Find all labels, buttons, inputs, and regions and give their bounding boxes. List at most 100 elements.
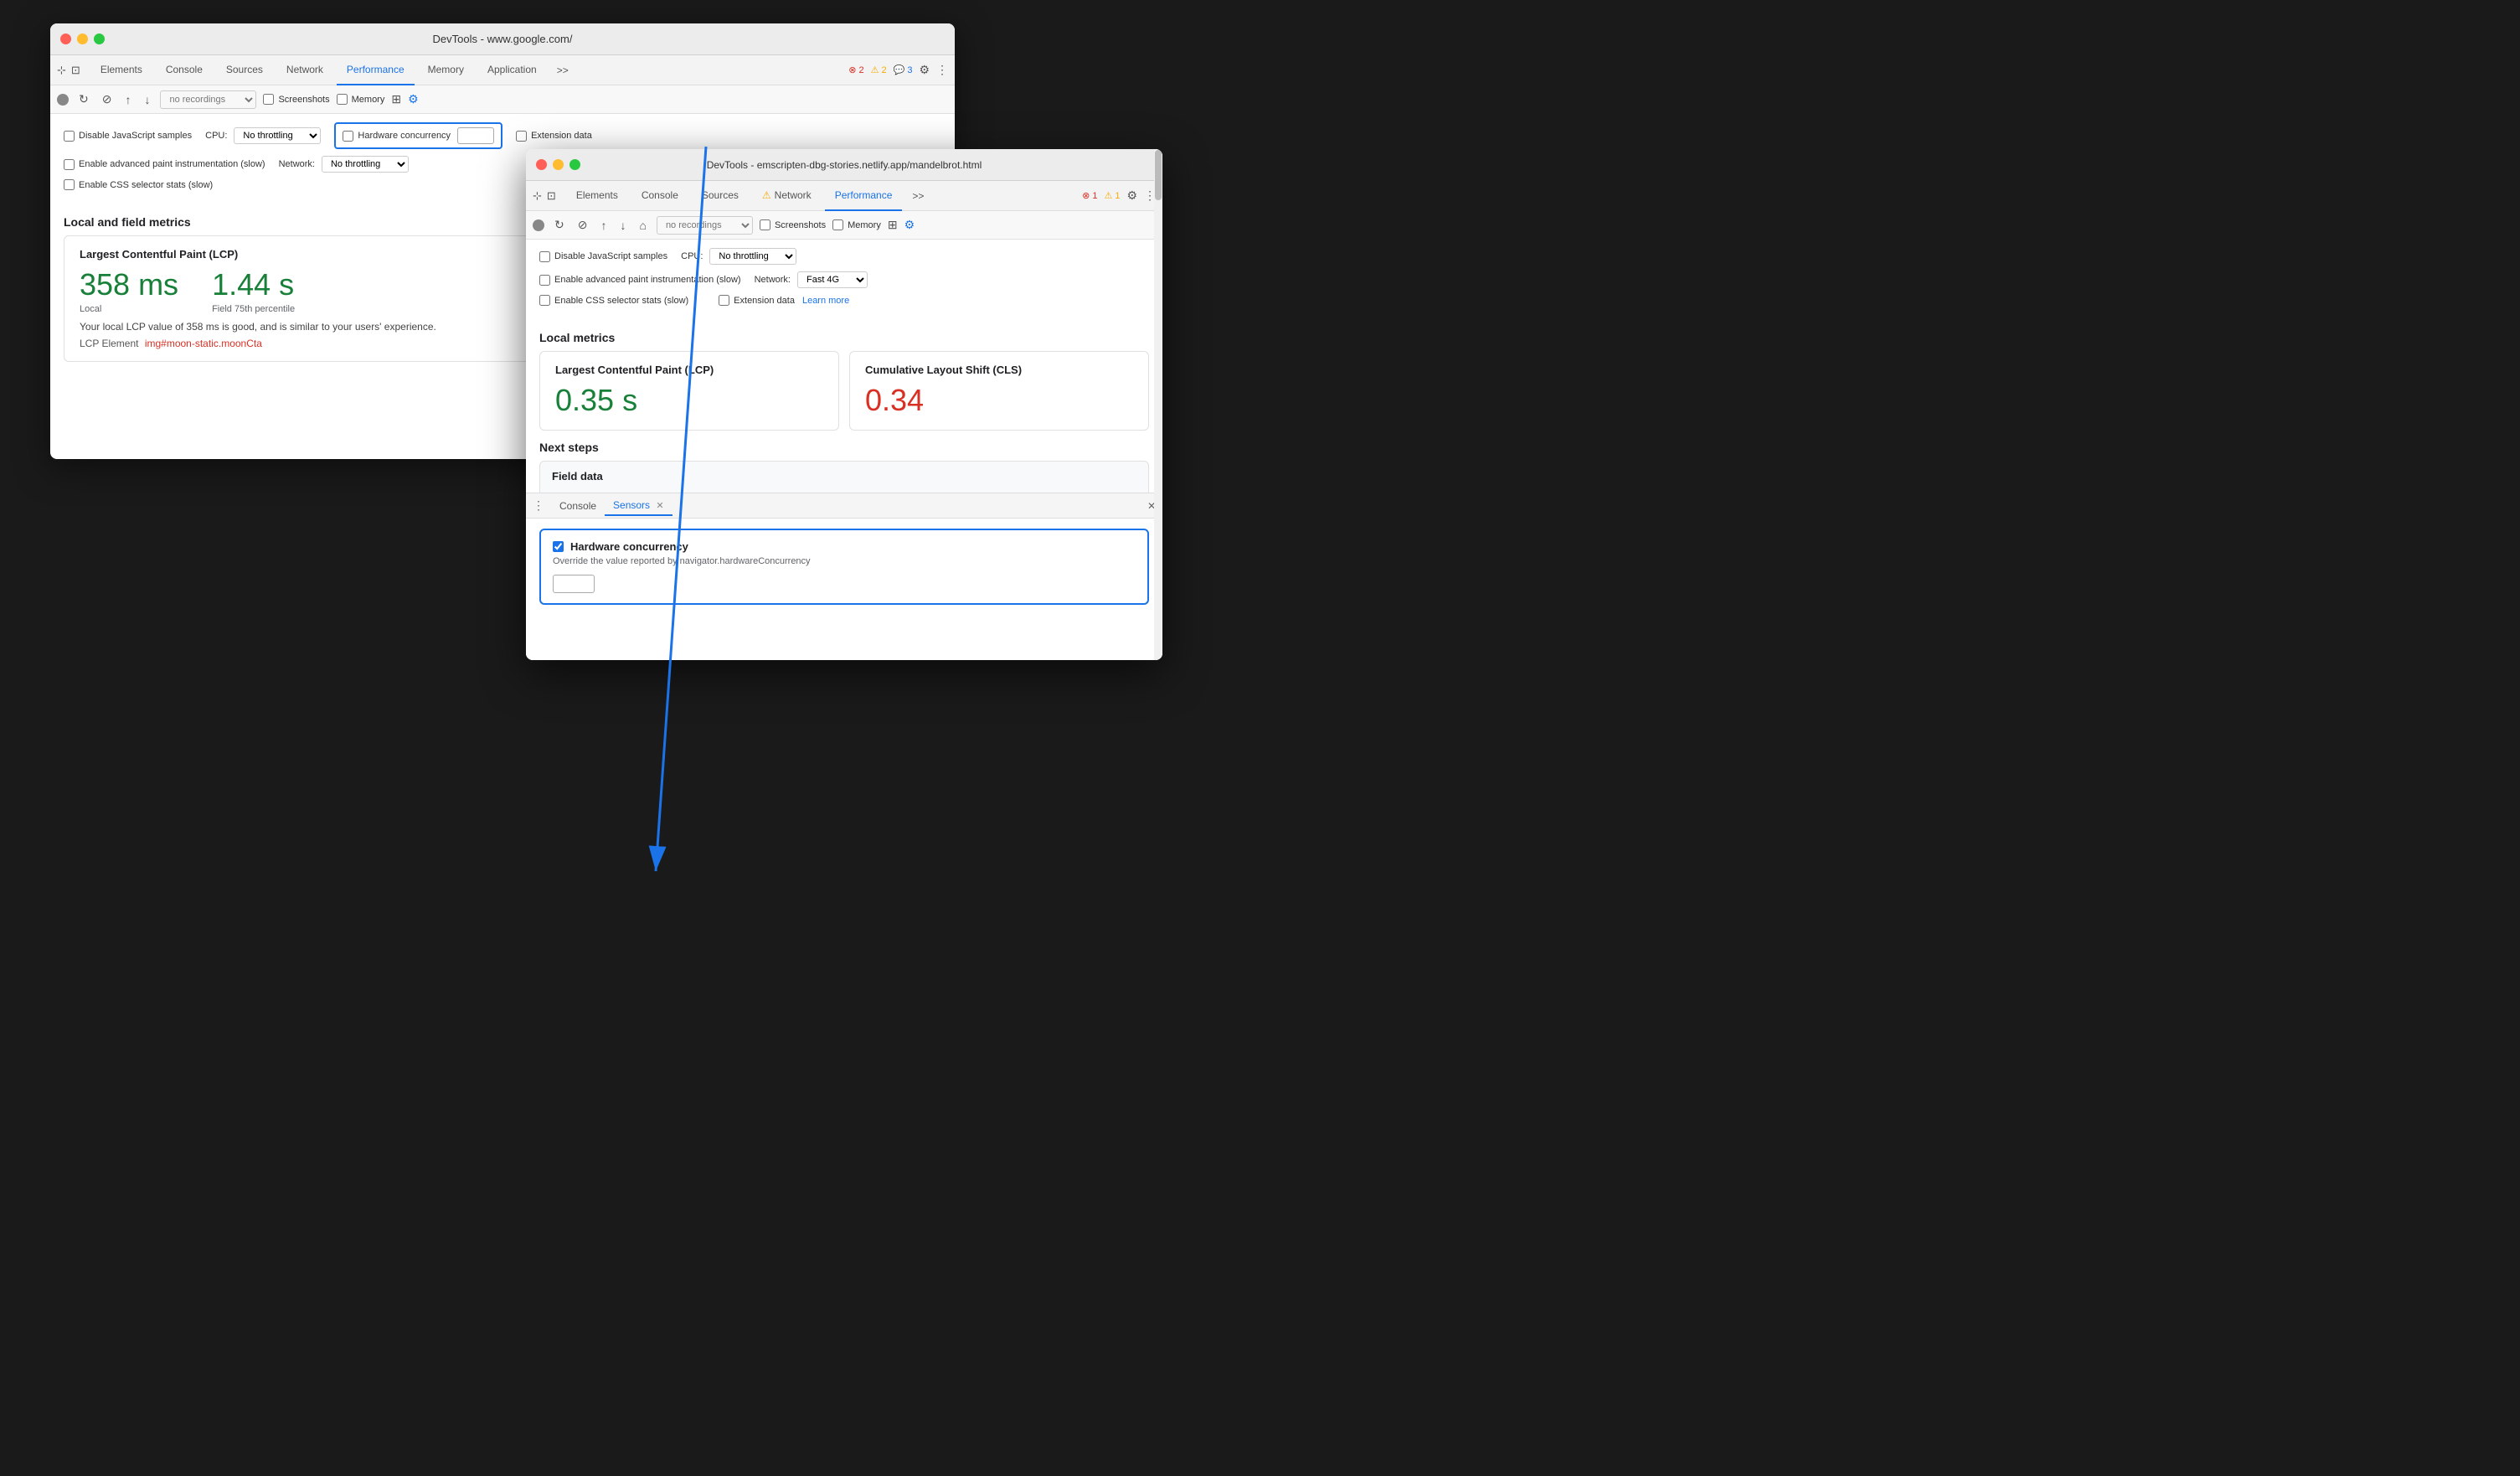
panel-dots-icon[interactable]: ⋮ xyxy=(533,498,544,513)
hw-concurrency-input[interactable]: 10 xyxy=(457,127,494,144)
hw-panel: Hardware concurrency Override the value … xyxy=(539,529,1149,605)
fg-maximize-button[interactable] xyxy=(569,159,580,170)
info-icon: 💬 xyxy=(894,65,905,75)
hw-panel-desc: Override the value reported by navigator… xyxy=(553,556,1136,566)
settings-icon[interactable]: ⚙ xyxy=(919,63,930,77)
fg-cpu-control: CPU: No throttling xyxy=(681,248,796,265)
record-button[interactable] xyxy=(57,94,69,106)
fg-tab-network[interactable]: ⚠ Network xyxy=(752,181,822,211)
fg-screenshots-checkbox[interactable] xyxy=(760,219,770,230)
panel-tab-console[interactable]: Console xyxy=(551,497,605,515)
fg-extension-data-checkbox[interactable] xyxy=(719,295,729,306)
settings-blue-icon[interactable]: ⚙ xyxy=(408,92,419,106)
refresh-button[interactable]: ↻ xyxy=(75,90,92,108)
screenshots-checkbox-label[interactable]: Screenshots xyxy=(263,94,329,105)
enable-paint-label[interactable]: Enable advanced paint instrumentation (s… xyxy=(64,159,265,170)
tab-application[interactable]: Application xyxy=(477,55,547,85)
hw-panel-title-row: Hardware concurrency xyxy=(553,540,1136,553)
fg-close-button[interactable] xyxy=(536,159,547,170)
hw-concurrency-label[interactable]: Hardware concurrency xyxy=(343,131,451,142)
cpu-control: CPU: No throttling xyxy=(205,127,321,144)
fg-cls-card: Cumulative Layout Shift (CLS) 0.34 xyxy=(849,351,1149,431)
disable-js-label[interactable]: Disable JavaScript samples xyxy=(64,131,192,142)
fg-settings-row-2: Enable advanced paint instrumentation (s… xyxy=(539,271,1149,288)
hw-panel-input[interactable]: 10 xyxy=(553,575,595,593)
fg-cpu-throttle-select[interactable]: No throttling xyxy=(709,248,796,265)
fg-record-button[interactable] xyxy=(533,219,544,231)
lcp-field-value: 1.44 s xyxy=(212,267,295,302)
field-data-title: Field data xyxy=(552,470,1136,483)
tab-elements[interactable]: Elements xyxy=(90,55,152,85)
fg-error-icon: ⊗ xyxy=(1082,190,1090,201)
fg-enable-paint-checkbox[interactable] xyxy=(539,275,550,286)
disable-js-checkbox[interactable] xyxy=(64,131,75,142)
network-throttle-select[interactable]: No throttling xyxy=(322,156,409,173)
tab-memory[interactable]: Memory xyxy=(418,55,474,85)
fg-tab-elements[interactable]: Elements xyxy=(566,181,628,211)
fg-recordings-select[interactable]: no recordings xyxy=(657,216,753,235)
fg-subtoolbar: ↻ ⊘ ↑ ↓ ⌂ no recordings Screenshots Memo… xyxy=(526,211,1162,240)
bg-tab-bar: ⊹ ⊡ Elements Console Sources Network Per… xyxy=(50,55,955,85)
fg-settings-icon[interactable]: ⚙ xyxy=(1126,188,1137,203)
fg-settings-row-3: Enable CSS selector stats (slow) Extensi… xyxy=(539,295,1149,306)
hw-panel-checkbox[interactable] xyxy=(553,541,564,552)
fg-memory-checkbox-label[interactable]: Memory xyxy=(832,219,881,230)
fg-disable-js-label[interactable]: Disable JavaScript samples xyxy=(539,251,667,262)
panel-tab-sensors[interactable]: Sensors ✕ xyxy=(605,496,673,516)
clear-button[interactable]: ⊘ xyxy=(99,90,116,108)
fg-tab-more[interactable]: >> xyxy=(905,187,930,205)
screenshots-checkbox[interactable] xyxy=(263,94,274,105)
fg-memory-checkbox[interactable] xyxy=(832,219,843,230)
fg-traffic-lights xyxy=(536,159,580,170)
extension-data-label[interactable]: Extension data xyxy=(516,131,592,142)
fg-layers-icon: ⊡ xyxy=(547,189,556,203)
tab-sources[interactable]: Sources xyxy=(216,55,273,85)
fg-download-button[interactable]: ↓ xyxy=(616,217,629,234)
fg-extension-data-label[interactable]: Extension data Learn more xyxy=(719,295,849,306)
bg-minimize-button[interactable] xyxy=(77,34,88,44)
fg-enable-css-checkbox[interactable] xyxy=(539,295,550,306)
fg-tab-sources[interactable]: Sources xyxy=(692,181,749,211)
download-button[interactable]: ↓ xyxy=(141,91,153,108)
fg-upload-button[interactable]: ↑ xyxy=(597,217,610,234)
fg-home-button[interactable]: ⌂ xyxy=(636,217,649,234)
bg-close-button[interactable] xyxy=(60,34,71,44)
fg-settings-blue-icon[interactable]: ⚙ xyxy=(904,218,915,232)
memory-checkbox[interactable] xyxy=(337,94,348,105)
recordings-select[interactable]: no recordings xyxy=(160,90,256,109)
fg-tab-bar: ⊹ ⊡ Elements Console Sources ⚠ Network P… xyxy=(526,181,1162,211)
cpu-throttle-select[interactable]: No throttling xyxy=(234,127,321,144)
fg-scrollbar-thumb[interactable] xyxy=(1155,150,1162,200)
enable-css-label[interactable]: Enable CSS selector stats (slow) xyxy=(64,179,213,190)
tab-console[interactable]: Console xyxy=(156,55,213,85)
fg-network-throttle-select[interactable]: Fast 4G xyxy=(797,271,868,288)
fg-disable-js-checkbox[interactable] xyxy=(539,251,550,262)
tab-network[interactable]: Network xyxy=(276,55,333,85)
more-icon[interactable]: ⋮ xyxy=(936,63,948,77)
fg-minimize-button[interactable] xyxy=(553,159,564,170)
fg-tab-performance[interactable]: Performance xyxy=(825,181,903,211)
sensors-tab-close[interactable]: ✕ xyxy=(656,501,663,511)
fg-screenshots-checkbox-label[interactable]: Screenshots xyxy=(760,219,826,230)
enable-paint-checkbox[interactable] xyxy=(64,159,75,170)
fg-tab-console[interactable]: Console xyxy=(631,181,688,211)
fg-clear-button[interactable]: ⊘ xyxy=(575,216,591,234)
hw-concurrency-checkbox[interactable] xyxy=(343,131,353,142)
memory-checkbox-label[interactable]: Memory xyxy=(337,94,385,105)
fg-refresh-button[interactable]: ↻ xyxy=(551,216,568,234)
enable-css-checkbox[interactable] xyxy=(64,179,75,190)
next-steps-title: Next steps xyxy=(539,441,1149,454)
bg-maximize-button[interactable] xyxy=(94,34,105,44)
fg-scrollbar[interactable] xyxy=(1154,149,1162,660)
tab-more[interactable]: >> xyxy=(550,61,575,80)
fg-enable-paint-label[interactable]: Enable advanced paint instrumentation (s… xyxy=(539,275,741,286)
fg-devtools-window: DevTools - emscripten-dbg-stories.netlif… xyxy=(526,149,1162,660)
lcp-element-value[interactable]: img#moon-static.moonCta xyxy=(145,338,262,349)
fg-enable-css-label[interactable]: Enable CSS selector stats (slow) xyxy=(539,295,688,306)
upload-button[interactable]: ↑ xyxy=(121,91,134,108)
tab-performance[interactable]: Performance xyxy=(337,55,415,85)
fg-window-title: DevTools - emscripten-dbg-stories.netlif… xyxy=(707,159,982,171)
cursor-icon: ⊹ xyxy=(57,64,66,77)
fg-learn-more[interactable]: Learn more xyxy=(802,296,849,306)
extension-data-checkbox[interactable] xyxy=(516,131,527,142)
